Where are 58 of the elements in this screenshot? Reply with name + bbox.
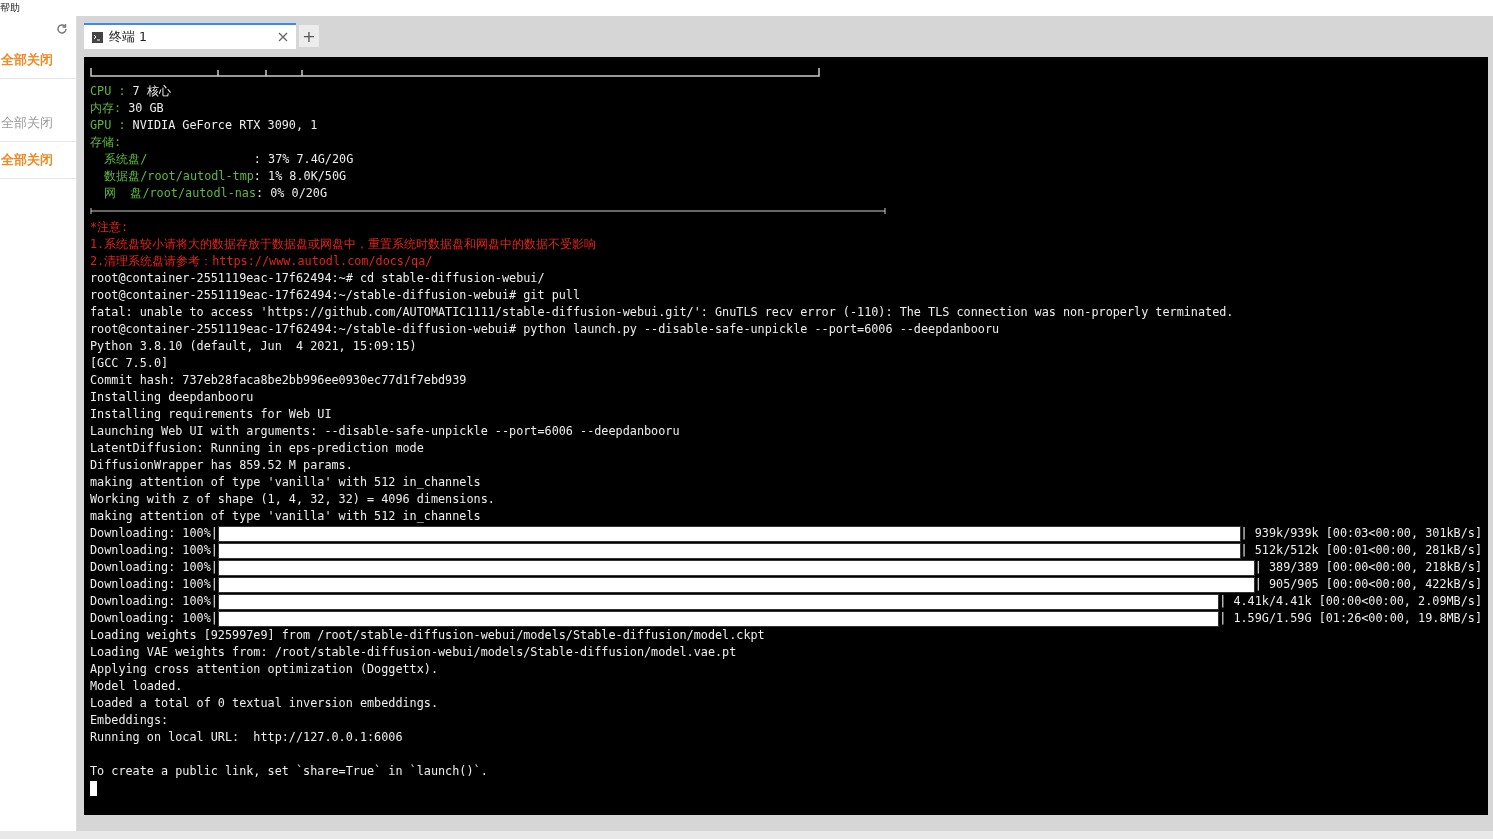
warning-text: *注意: — [90, 219, 129, 236]
terminal-line: Model loaded. — [90, 678, 183, 695]
terminal-line: Installing requirements for Web UI — [90, 406, 332, 423]
terminal-line: Running on local URL: http://127.0.0.1:6006 — [90, 729, 403, 746]
info-value: NVIDIA GeForce RTX 3090, 1 — [131, 117, 318, 134]
terminal-tab[interactable]: 终端 1 — [84, 23, 296, 49]
terminal-line: Loading weights [925997e9] from /root/stable-diffusion-webui/models/Stable-diffusion/model.ckpt — [90, 627, 765, 644]
progress-reading: | 4.41k/4.41k [00:00<00:00, 2.09MB/s] — [1219, 593, 1482, 610]
progress-reading: | 939k/939k [00:03<00:00, 301kB/s] — [1240, 525, 1482, 542]
terminal-line: Applying cross attention optimization (Doggettx). — [90, 661, 438, 678]
progress-label: Downloading: 100%| — [90, 542, 218, 559]
progress-label: Downloading: 100%| — [90, 610, 218, 627]
terminal-line: fatal: unable to access 'https://github.com/AUTOMATIC1111/stable-diffusion-webui.git/': GnuTLS recv error (-110): The TLS connection was non-properly terminated. — [90, 304, 1234, 321]
terminal-line: Embeddings: — [90, 712, 169, 729]
terminal-line: making attention of type 'vanilla' with 512 in_channels — [90, 508, 481, 525]
progress-reading: | 905/905 [00:00<00:00, 422kB/s] — [1254, 576, 1482, 593]
warning-text: 1.系统盘较小请将大的数据存放于数据盘或网盘中，重置系统时数据盘和网盘中的数据不受影响 — [90, 236, 597, 253]
terminal-line: root@container-2551119eac-17f62494:~/stable-diffusion-webui# git pull — [90, 287, 581, 304]
progress-label: Downloading: 100%| — [90, 559, 218, 576]
progress-label: Downloading: 100%| — [90, 576, 218, 593]
progress-reading: | 389/389 [00:00<00:00, 218kB/s] — [1254, 559, 1482, 576]
info-label: 数据盘/root/autodl-tmp — [103, 168, 254, 185]
terminal-line: Python 3.8.10 (default, Jun 4 2021, 15:09:15) — [90, 338, 417, 355]
terminal-line: [GCC 7.5.0] — [90, 355, 169, 372]
terminal-line: Installing deepdanbooru — [90, 389, 254, 406]
terminal-line: To create a public link, set `share=True` in `launch()`. — [90, 763, 488, 780]
info-label: 网 盘/root/autodl-nas — [103, 185, 257, 202]
text-cursor — [90, 781, 97, 796]
refresh-icon[interactable] — [56, 23, 68, 35]
terminal-line: DiffusionWrapper has 859.52 M params. — [90, 457, 353, 474]
info-label: 内存: — [90, 100, 122, 117]
close-icon[interactable] — [278, 32, 288, 42]
terminal-line: root@container-2551119eac-17f62494:~/stable-diffusion-webui# python launch.py --disable-safe-unpickle --port=6006 --deepdanbooru — [90, 321, 1000, 338]
terminal-icon — [92, 31, 103, 43]
info-value: : 37% 7.4G/20G — [252, 151, 354, 168]
info-label: CPU : — [90, 83, 126, 100]
terminal-line: Loaded a total of 0 textual inversion embeddings. — [90, 695, 438, 712]
info-value: : 1% 8.0K/50G — [253, 168, 347, 185]
terminal-line: Working with z of shape (1, 4, 32, 32) = 4096 dimensions. — [90, 491, 495, 508]
terminal-line: making attention of type 'vanilla' with 512 in_channels — [90, 474, 481, 491]
menu-item[interactable]: 帮助 — [0, 0, 22, 15]
terminal-line: Commit hash: 737eb28faca8be2bb996ee0930ec77d1f7ebd939 — [90, 372, 467, 389]
progress-label: Downloading: 100%| — [90, 593, 218, 610]
terminal-line: Loading VAE weights from: /root/stable-diffusion-webui/models/Stable-diffusion/model.vae.pt — [90, 644, 737, 661]
info-value: : 0% 0/20G — [256, 185, 328, 202]
progress-label: Downloading: 100%| — [90, 525, 218, 542]
terminal-line: Launching Web UI with arguments: --disable-safe-unpickle --port=6006 --deepdanbooru — [90, 423, 680, 440]
progress-reading: | 512k/512k [00:01<00:00, 281kB/s] — [1240, 542, 1482, 559]
terminal-line: root@container-2551119eac-17f62494:~# cd stable-diffusion-webui/ — [90, 270, 545, 287]
info-label: 存储: — [90, 134, 122, 151]
terminal-line: LatentDiffusion: Running in eps-prediction mode — [90, 440, 424, 457]
add-tab-button[interactable]: + — [299, 25, 319, 47]
info-value: 30 GB — [127, 100, 164, 117]
info-value: 7 核心 — [131, 83, 171, 100]
warning-text: 2.清理系统盘请参考：https://www.autodl.com/docs/qa/ — [90, 253, 433, 270]
progress-reading: | 1.59G/1.59G [01:26<00:00, 19.8MB/s] — [1219, 610, 1482, 627]
info-label: 系统盘/ — [103, 151, 148, 168]
info-label: GPU : — [90, 117, 126, 134]
